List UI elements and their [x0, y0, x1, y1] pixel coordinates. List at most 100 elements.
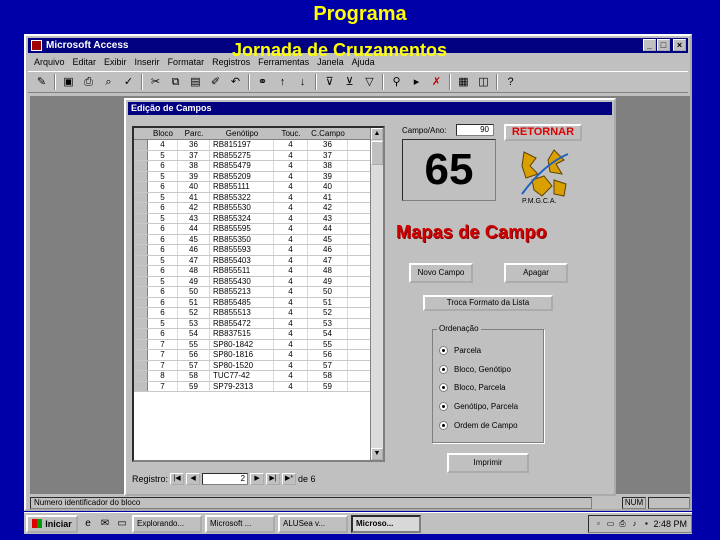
apagar-button[interactable]: Apagar: [504, 263, 568, 283]
table-cell[interactable]: 52: [308, 308, 348, 318]
scroll-up-icon[interactable]: ▲: [371, 128, 383, 140]
table-cell[interactable]: RB855513: [210, 308, 274, 318]
table-row[interactable]: 6 48 RB855511 4 48: [134, 266, 383, 277]
radio-button[interactable]: [439, 421, 448, 430]
table-cell[interactable]: 4: [274, 203, 308, 213]
radio-bloco-genotipo[interactable]: Bloco, Genótipo: [439, 365, 511, 374]
radio-button[interactable]: [439, 383, 448, 392]
table-cell[interactable]: 52: [178, 308, 210, 318]
maximize-button[interactable]: □: [657, 39, 670, 51]
menu-arquivo[interactable]: Arquivo: [34, 57, 65, 67]
copy-icon[interactable]: ⧉: [168, 75, 183, 89]
table-row[interactable]: 5 47 RB855403 4 47: [134, 255, 383, 266]
record-selector[interactable]: [134, 350, 148, 360]
table-cell[interactable]: 54: [178, 329, 210, 339]
paste-icon[interactable]: ▤: [188, 75, 203, 89]
tray-volume-icon[interactable]: ♪: [629, 519, 639, 529]
table-cell[interactable]: 57: [178, 360, 210, 370]
table-cell[interactable]: 6: [148, 161, 178, 171]
table-cell[interactable]: 36: [308, 140, 348, 150]
new-record-nav-icon[interactable]: ▶*: [282, 473, 297, 485]
campo-ano-field[interactable]: 90: [456, 124, 494, 136]
record-selector[interactable]: [134, 255, 148, 265]
table-cell[interactable]: 6: [148, 329, 178, 339]
scroll-down-icon[interactable]: ▼: [371, 448, 383, 460]
table-cell[interactable]: 4: [274, 297, 308, 307]
imprimir-button[interactable]: Imprimir: [447, 453, 529, 473]
table-row[interactable]: 6 51 RB855485 4 51: [134, 297, 383, 308]
table-cell[interactable]: 41: [308, 192, 348, 202]
task-microsoft-access[interactable]: Microso...: [351, 514, 421, 533]
record-selector[interactable]: [134, 161, 148, 171]
tray-network-icon[interactable]: ▫: [593, 519, 603, 529]
menu-exibir[interactable]: Exibir: [104, 57, 127, 67]
table-cell[interactable]: 4: [274, 150, 308, 160]
table-cell[interactable]: RB837515: [210, 329, 274, 339]
table-row[interactable]: 4 36 RB815197 4 36: [134, 140, 383, 151]
troca-formato-button[interactable]: Troca Formato da Lista: [423, 295, 553, 311]
table-cell[interactable]: 49: [178, 276, 210, 286]
table-cell[interactable]: SP80-1520: [210, 360, 274, 370]
table-row[interactable]: 7 56 SP80-1816 4 56: [134, 350, 383, 361]
sort-ascending-icon[interactable]: ↑: [275, 75, 290, 89]
table-row[interactable]: 8 58 TUC77-42 4 58: [134, 371, 383, 382]
table-cell[interactable]: 5: [148, 150, 178, 160]
column-header[interactable]: Parc.: [178, 128, 210, 139]
table-cell[interactable]: SP79-2313: [210, 381, 274, 391]
table-cell[interactable]: 4: [148, 140, 178, 150]
table-cell[interactable]: 38: [308, 161, 348, 171]
tray-monitor-icon[interactable]: ▭: [605, 519, 615, 529]
table-row[interactable]: 7 55 SP80-1842 4 55: [134, 339, 383, 350]
table-cell[interactable]: 6: [148, 224, 178, 234]
table-row[interactable]: 6 50 RB855213 4 50: [134, 287, 383, 298]
delete-record-icon[interactable]: ✗: [429, 75, 444, 89]
table-row[interactable]: 6 46 RB855593 4 46: [134, 245, 383, 256]
table-row[interactable]: 5 39 RB855209 4 39: [134, 171, 383, 182]
table-cell[interactable]: 4: [274, 360, 308, 370]
table-cell[interactable]: 5: [148, 192, 178, 202]
quicklaunch-desktop-icon[interactable]: ▭: [115, 517, 129, 531]
quicklaunch-ie-icon[interactable]: e: [81, 517, 95, 531]
table-cell[interactable]: 4: [274, 182, 308, 192]
table-cell[interactable]: RB855275: [210, 150, 274, 160]
table-cell[interactable]: 58: [178, 371, 210, 381]
table-row[interactable]: 6 44 RB855595 4 44: [134, 224, 383, 235]
record-selector[interactable]: [134, 297, 148, 307]
print-preview-icon[interactable]: ⌕: [101, 75, 116, 89]
last-record-icon[interactable]: ▶|: [266, 473, 281, 485]
table-cell[interactable]: 4: [274, 161, 308, 171]
table-cell[interactable]: 41: [178, 192, 210, 202]
task-alusea[interactable]: ALUSea v...: [278, 514, 348, 533]
radio-ordem-de-campo[interactable]: Ordem de Campo: [439, 421, 518, 430]
table-cell[interactable]: 4: [274, 329, 308, 339]
table-cell[interactable]: 44: [308, 224, 348, 234]
table-cell[interactable]: 40: [308, 182, 348, 192]
tray-printer-icon[interactable]: ⎙: [617, 519, 627, 529]
vertical-scrollbar[interactable]: ▲ ▼: [370, 128, 383, 460]
form-title[interactable]: Edição de Campos: [128, 102, 612, 115]
table-cell[interactable]: RB855593: [210, 245, 274, 255]
task-explorando[interactable]: Explorando...: [132, 514, 202, 533]
table-cell[interactable]: RB855530: [210, 203, 274, 213]
radio-bloco-parcela[interactable]: Bloco, Parcela: [439, 383, 506, 392]
table-cell[interactable]: 55: [178, 339, 210, 349]
table-cell[interactable]: 7: [148, 339, 178, 349]
table-cell[interactable]: 39: [308, 171, 348, 181]
close-button[interactable]: ×: [673, 39, 686, 51]
table-row[interactable]: 6 42 RB855530 4 42: [134, 203, 383, 214]
record-selector[interactable]: [134, 224, 148, 234]
tray-app-icon[interactable]: ▪: [641, 519, 651, 529]
table-cell[interactable]: 51: [308, 297, 348, 307]
find-icon[interactable]: ⚲: [389, 75, 404, 89]
table-cell[interactable]: 50: [308, 287, 348, 297]
table-cell[interactable]: 4: [274, 308, 308, 318]
record-selector[interactable]: [134, 381, 148, 391]
table-cell[interactable]: 5: [148, 318, 178, 328]
table-cell[interactable]: 58: [308, 371, 348, 381]
table-cell[interactable]: 7: [148, 350, 178, 360]
record-selector[interactable]: [134, 171, 148, 181]
clock[interactable]: 2:48 PM: [653, 519, 687, 529]
radio-parcela[interactable]: Parcela: [439, 346, 481, 355]
table-cell[interactable]: 46: [308, 245, 348, 255]
table-cell[interactable]: 7: [148, 381, 178, 391]
